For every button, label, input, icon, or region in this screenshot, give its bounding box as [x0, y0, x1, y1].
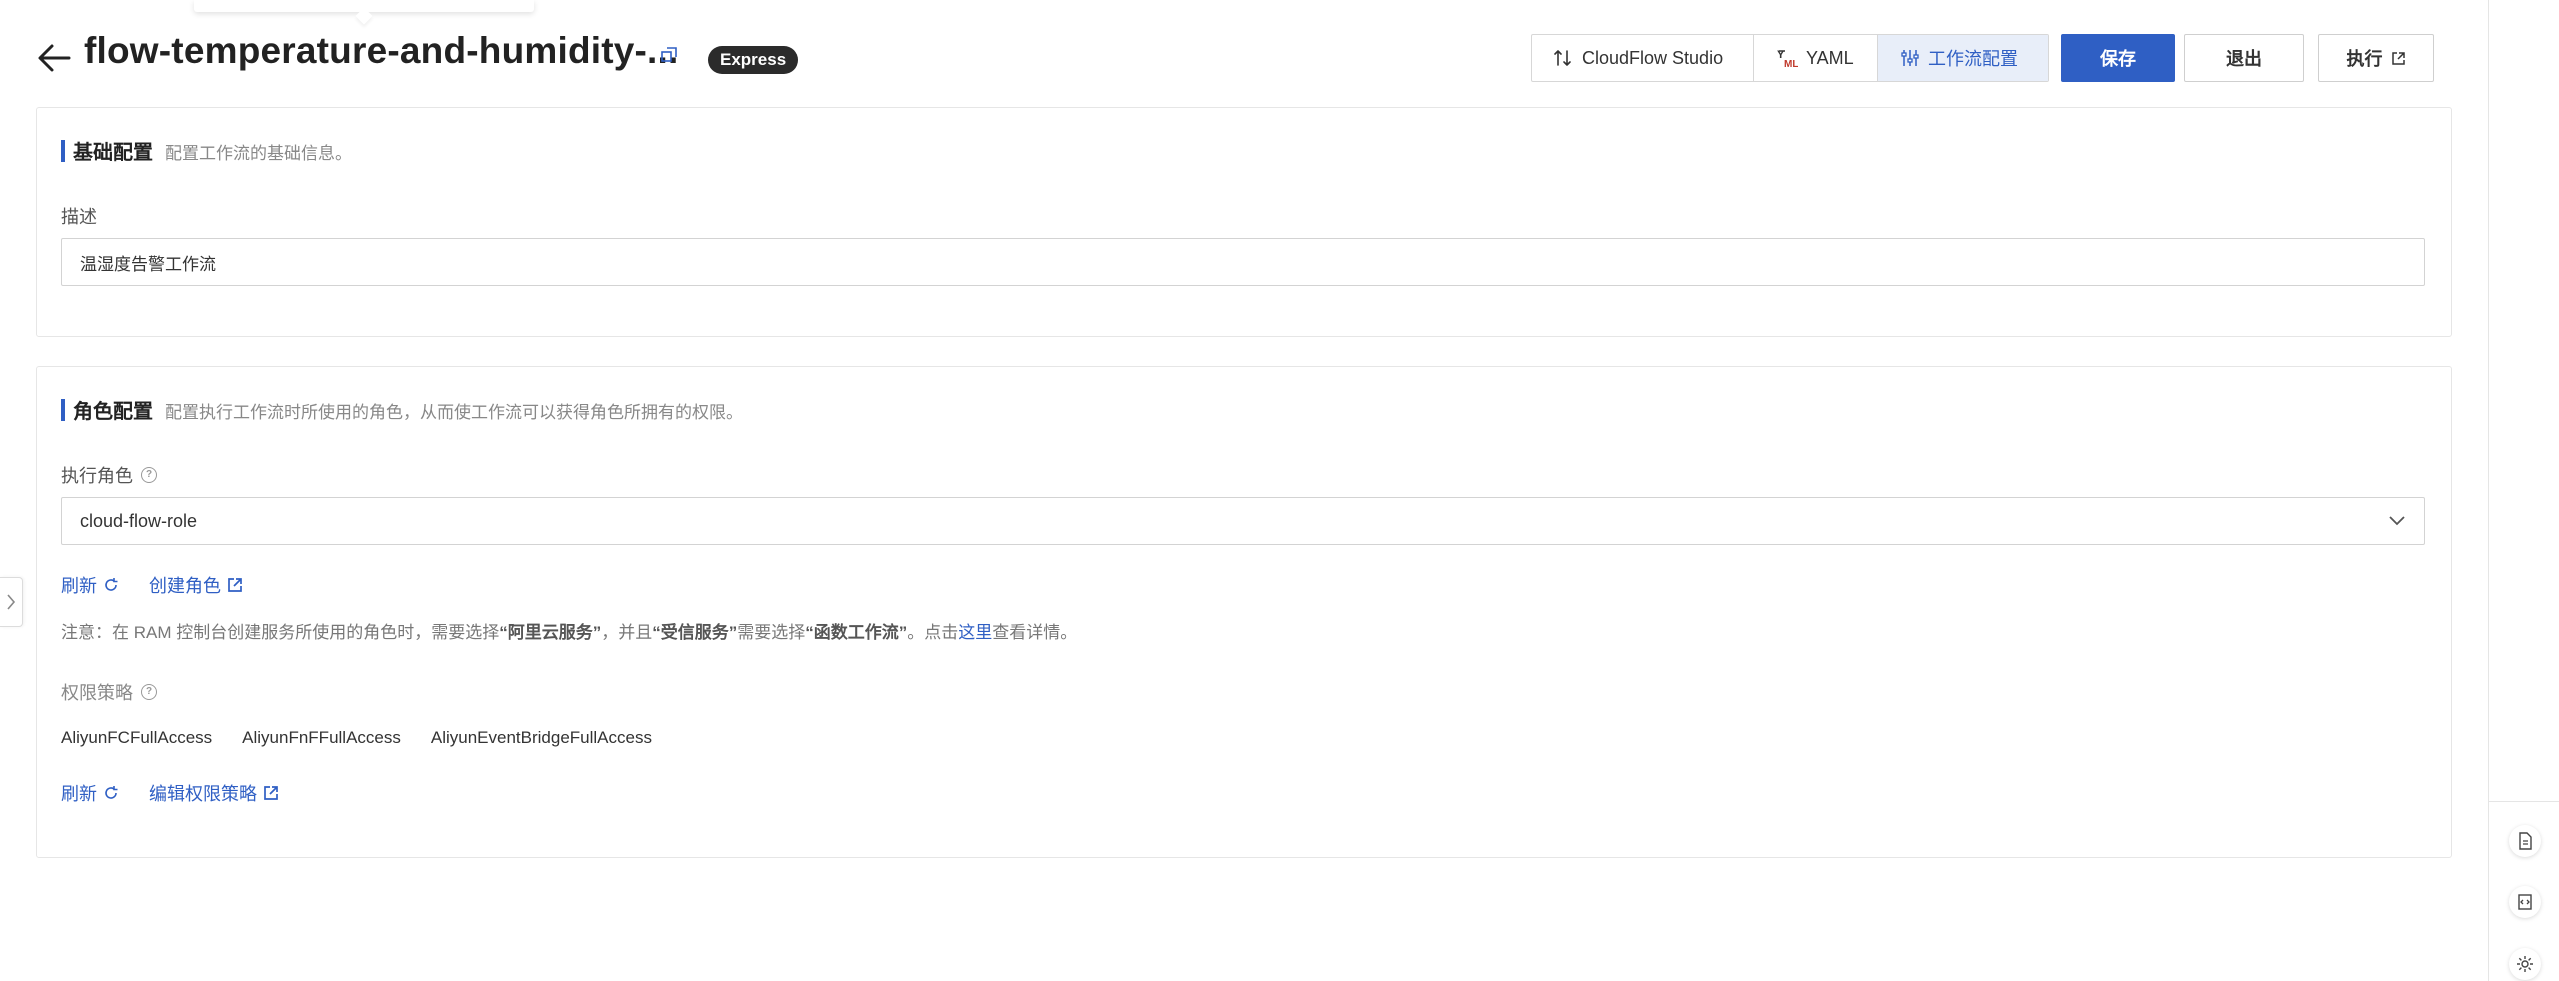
open-new-window-icon[interactable]: [660, 46, 678, 69]
tab-workflow-config[interactable]: 工作流配置: [1878, 35, 2048, 81]
ram-note: 注意：在 RAM 控制台创建服务所使用的角色时，需要选择“阿里云服务”，并且“受…: [61, 618, 1077, 643]
view-switcher: CloudFlow Studio Y ML YAML 工作流配置: [1531, 34, 2049, 82]
note-text: 查看详情。: [992, 623, 1078, 642]
document-button[interactable]: [2509, 825, 2541, 857]
description-input[interactable]: 温湿度告警工作流: [61, 238, 2425, 286]
execution-role-label-text: 执行角色: [61, 466, 133, 486]
policy-label: 权限策略 ?: [61, 679, 157, 705]
execute-label: 执行: [2346, 49, 2383, 69]
help-icon[interactable]: ?: [141, 467, 157, 483]
refresh-icon: [105, 786, 118, 799]
note-text: ，并且: [601, 623, 653, 642]
refresh-icon: [105, 578, 118, 591]
sidebar-expand-handle[interactable]: [0, 577, 23, 627]
external-link-icon: [2391, 51, 2405, 65]
selected-role: cloud-flow-role: [80, 510, 198, 531]
code-icon: [2518, 894, 2532, 910]
execution-role-select[interactable]: cloud-flow-role: [61, 497, 2425, 545]
document-icon: [2519, 832, 2532, 850]
yaml-icon: Y ML: [1777, 49, 1798, 69]
role-config-card: 角色配置 配置执行工作流时所使用的角色，从而使工作流可以获得角色所拥有的权限。 …: [36, 366, 2452, 858]
gear-icon: [2517, 956, 2533, 972]
role-actions: 刷新 创建角色: [61, 572, 243, 598]
save-button[interactable]: 保存: [2061, 34, 2175, 82]
svg-text:ML: ML: [1784, 59, 1798, 69]
right-tool-rail: [2488, 0, 2559, 981]
role-config-header: 角色配置 配置执行工作流时所使用的角色，从而使工作流可以获得角色所拥有的权限。: [61, 395, 743, 424]
details-link[interactable]: 这里: [958, 623, 992, 642]
note-bold: “受信服务”: [652, 623, 738, 642]
execution-role-label: 执行角色 ?: [61, 462, 157, 488]
flow-icon: [1554, 50, 1571, 66]
help-icon[interactable]: ?: [141, 684, 157, 700]
express-badge: Express: [708, 46, 799, 74]
tab-yaml[interactable]: Y ML YAML: [1754, 35, 1878, 81]
sliders-icon: [1901, 50, 1919, 66]
arrow-left-icon: [38, 44, 71, 72]
refresh-label: 刷新: [61, 784, 97, 804]
refresh-label: 刷新: [61, 576, 97, 596]
external-link-icon: [264, 786, 278, 800]
settings-button[interactable]: [2509, 948, 2541, 980]
page-title: flow-temperature-and-humidity-...: [84, 30, 679, 71]
create-role-label: 创建角色: [149, 576, 221, 596]
create-role-link[interactable]: 创建角色: [149, 572, 243, 598]
back-button[interactable]: [34, 38, 74, 78]
note-text: 注意：在 RAM 控制台创建服务所使用的角色时，需要选择: [61, 623, 500, 642]
policy-item: AliyunFnFFullAccess: [242, 728, 401, 747]
tab-label: 工作流配置: [1928, 49, 2018, 69]
section-accent-bar: [61, 140, 65, 162]
exit-button[interactable]: 退出: [2184, 34, 2304, 82]
basic-config-header: 基础配置 配置工作流的基础信息。: [61, 136, 352, 165]
policy-item: AliyunFCFullAccess: [61, 728, 213, 747]
tab-cloudflow-studio[interactable]: CloudFlow Studio: [1532, 35, 1754, 81]
section-title: 角色配置: [73, 401, 153, 423]
tab-label: CloudFlow Studio: [1582, 47, 1724, 68]
note-text: 。点击: [907, 623, 959, 642]
policy-actions: 刷新 编辑权限策略: [61, 780, 279, 806]
section-description: 配置执行工作流时所使用的角色，从而使工作流可以获得角色所拥有的权限。: [165, 403, 743, 422]
edit-policy-link[interactable]: 编辑权限策略: [149, 780, 279, 806]
rail-divider: [2489, 801, 2559, 802]
note-bold: “阿里云服务”: [499, 623, 602, 642]
execute-button[interactable]: 执行: [2318, 34, 2434, 82]
edit-policy-label: 编辑权限策略: [149, 784, 257, 804]
section-description: 配置工作流的基础信息。: [165, 144, 352, 163]
policy-item: AliyunEventBridgeFullAccess: [430, 728, 652, 747]
chevron-down-icon: [2389, 516, 2405, 526]
refresh-role-link[interactable]: 刷新: [61, 572, 119, 598]
policy-list: AliyunFCFullAccess AliyunFnFFullAccess A…: [61, 728, 652, 748]
code-button[interactable]: [2509, 886, 2541, 918]
section-accent-bar: [61, 399, 65, 421]
external-link-icon: [228, 578, 242, 592]
chevron-right-icon: [7, 594, 16, 610]
basic-config-card: 基础配置 配置工作流的基础信息。 描述 温湿度告警工作流: [36, 107, 2452, 337]
note-bold: “函数工作流”: [805, 623, 908, 642]
tab-label: YAML: [1806, 47, 1854, 68]
description-label: 描述: [61, 207, 97, 227]
tooltip-remnant: [194, 0, 534, 12]
note-text: 需要选择: [737, 623, 806, 642]
policy-label-text: 权限策略: [61, 683, 133, 703]
section-title: 基础配置: [73, 142, 153, 164]
refresh-policy-link[interactable]: 刷新: [61, 780, 119, 806]
